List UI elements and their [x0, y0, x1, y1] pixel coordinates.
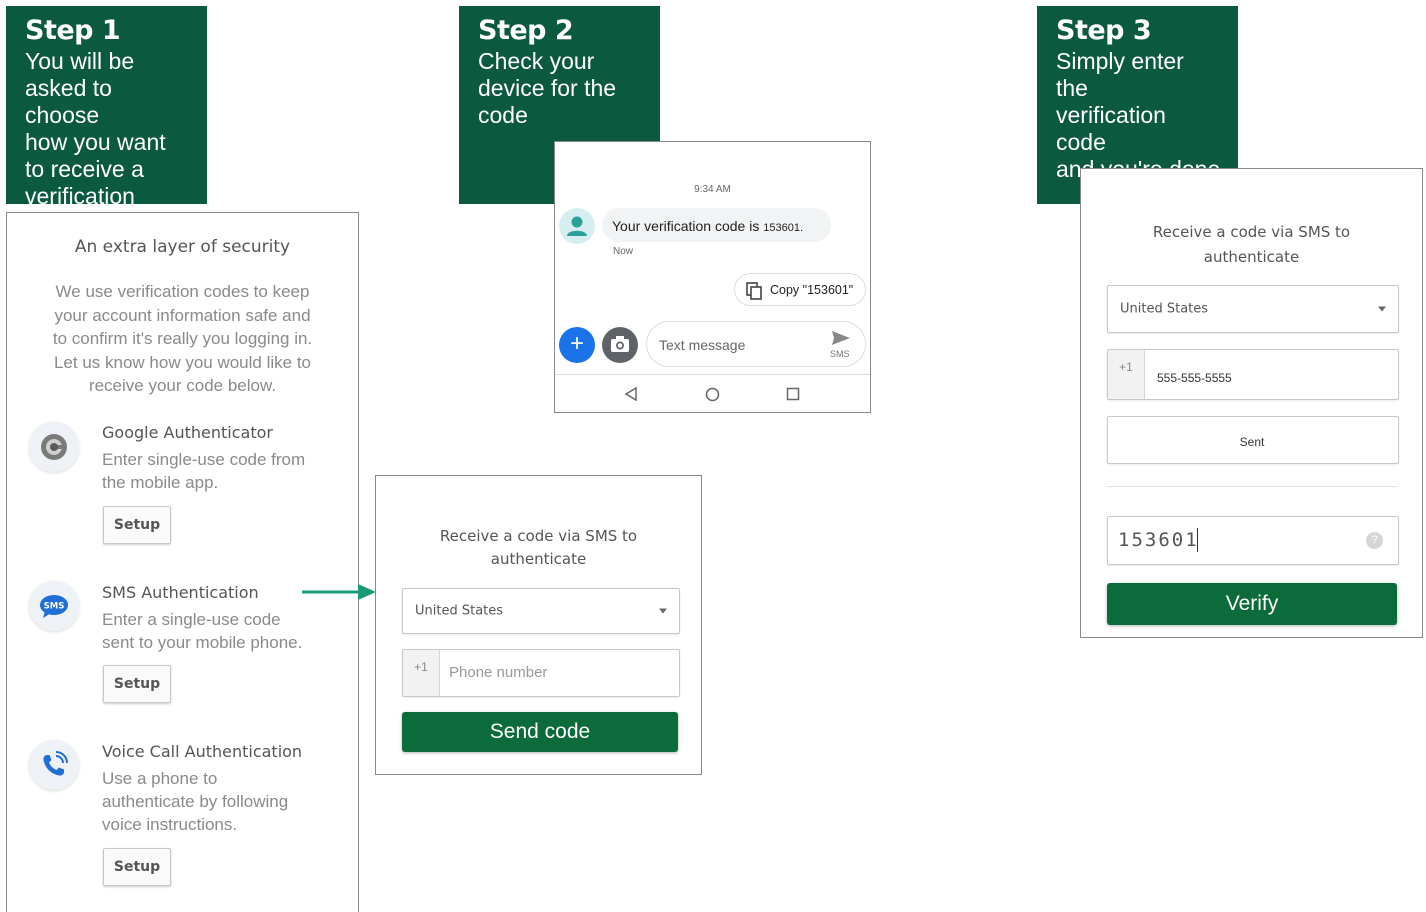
- text-cursor: [1197, 528, 1198, 552]
- step-2-title: Step 2: [478, 15, 574, 46]
- country-code-prefix: +1: [1108, 350, 1145, 399]
- help-icon[interactable]: ?: [1366, 532, 1383, 549]
- text-message-input[interactable]: Text message SMS: [646, 321, 866, 367]
- message-text: Your verification code is: [612, 218, 764, 234]
- country-code-prefix: +1: [403, 650, 440, 696]
- sent-label: Sent: [1239, 435, 1265, 449]
- copy-code-chip[interactable]: Copy "153601": [734, 273, 866, 306]
- verification-code-value: 153601: [1118, 529, 1199, 551]
- setup-button-google-authenticator[interactable]: Setup: [103, 506, 171, 544]
- method-desc-voice-call: Use a phone to authenticate by following…: [102, 769, 289, 834]
- camera-icon: [611, 336, 629, 352]
- android-nav-bar: [555, 374, 870, 412]
- setup-button-voice-call[interactable]: Setup: [103, 848, 171, 886]
- step-1-title: Step 1: [25, 15, 121, 46]
- sms-form-heading: Receive a code via SMS to authenticate: [439, 527, 638, 568]
- security-intro: We use verification codes to keep your a…: [52, 282, 313, 395]
- text-message-placeholder: Text message: [659, 337, 746, 353]
- message-bubble: Your verification code is 153601.: [602, 208, 831, 242]
- country-select[interactable]: United States: [402, 588, 680, 634]
- phone-number-placeholder: Phone number: [449, 664, 548, 681]
- method-title-voice-call: Voice Call Authentication: [102, 742, 303, 761]
- security-options-panel: An extra layer of security We use verifi…: [6, 212, 359, 912]
- sent-button[interactable]: Sent: [1107, 416, 1399, 464]
- message-code: 153601.: [763, 222, 803, 234]
- send-mode-label: SMS: [830, 349, 850, 359]
- country-select-value: United States: [1120, 301, 1209, 317]
- method-title-sms: SMS Authentication: [102, 583, 259, 602]
- phone-number-value: 555-555-5555: [1157, 371, 1232, 385]
- send-icon[interactable]: [831, 330, 851, 346]
- copy-icon: [746, 282, 762, 300]
- step-2-description: Check your device for the code: [478, 48, 617, 128]
- google-authenticator-icon: [29, 422, 79, 472]
- person-icon: [567, 216, 587, 236]
- contact-avatar: [559, 208, 595, 244]
- sms-icon: SMS: [29, 581, 79, 631]
- method-desc-google-authenticator: Enter single-use code from the mobile ap…: [102, 450, 306, 492]
- verify-code-panel: Receive a code via SMS to authenticate U…: [1080, 168, 1423, 638]
- copy-code-label: Copy "153601": [770, 283, 854, 297]
- method-title-google-authenticator: Google Authenticator: [102, 423, 273, 442]
- step-3-description: Simply enter the verification code and y…: [1056, 48, 1220, 182]
- home-icon[interactable]: [705, 387, 720, 402]
- message-timestamp: 9:34 AM: [694, 184, 731, 195]
- security-heading: An extra layer of security: [74, 237, 291, 257]
- sms-request-panel: Receive a code via SMS to authenticate U…: [375, 475, 702, 775]
- camera-button[interactable]: [602, 327, 638, 363]
- phone-messages-screen: 9:34 AM Your verification code is 153601…: [554, 141, 871, 413]
- svg-text:SMS: SMS: [44, 602, 65, 612]
- send-code-button[interactable]: Send code: [402, 712, 678, 752]
- method-desc-sms: Enter a single-use code sent to your mob…: [102, 610, 303, 652]
- arrow-right-icon: [302, 584, 376, 600]
- country-select-value: United States: [415, 603, 504, 619]
- verify-button[interactable]: Verify: [1107, 583, 1397, 625]
- step-1-description: You will be asked to choose how you want…: [25, 48, 166, 236]
- recents-icon[interactable]: [786, 387, 800, 401]
- add-attachment-button[interactable]: +: [559, 327, 595, 363]
- chevron-down-icon: [1378, 306, 1386, 312]
- step-1-banner: Step 1 You will be asked to choose how y…: [6, 6, 207, 236]
- country-select[interactable]: United States: [1107, 285, 1399, 333]
- plus-icon: +: [569, 330, 584, 357]
- verification-code-input[interactable]: 153601 ?: [1107, 516, 1399, 565]
- setup-button-sms[interactable]: Setup: [103, 665, 171, 703]
- phone-number-field[interactable]: +1 555-555-5555: [1107, 349, 1399, 400]
- divider: [1107, 486, 1397, 487]
- phone-call-icon: [29, 740, 79, 790]
- verify-form-heading: Receive a code via SMS to authenticate: [1152, 223, 1351, 266]
- phone-number-field[interactable]: +1 Phone number: [402, 649, 680, 697]
- chevron-down-icon: [659, 608, 667, 614]
- back-icon[interactable]: [624, 387, 638, 401]
- message-age: Now: [613, 246, 634, 257]
- step-3-title: Step 3: [1056, 15, 1152, 46]
